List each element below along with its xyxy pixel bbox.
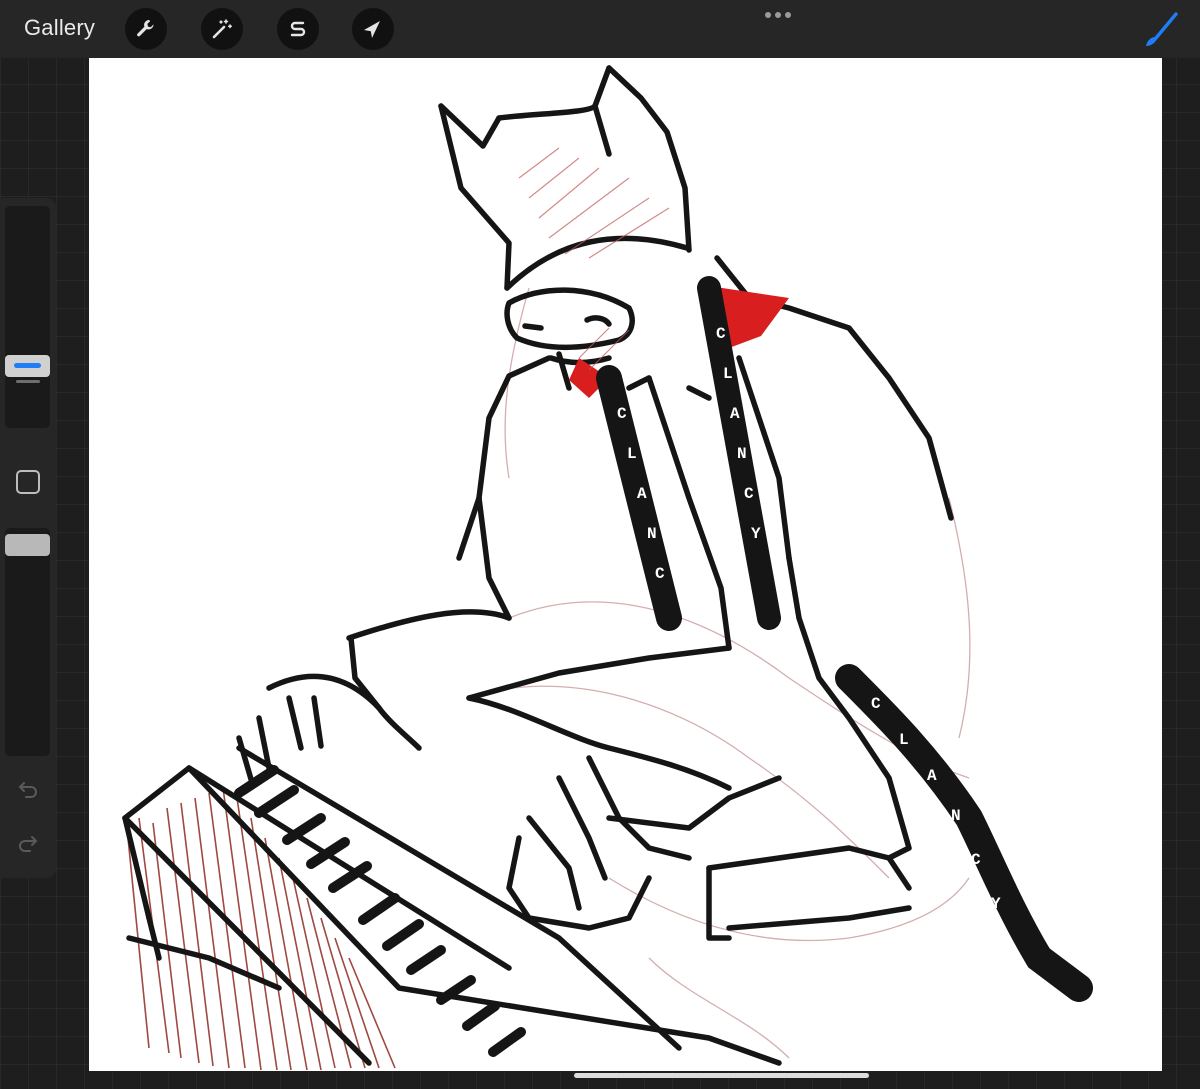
left-sidebar — [0, 198, 56, 878]
svg-text:A: A — [927, 767, 937, 785]
gallery-button[interactable]: Gallery — [24, 15, 95, 41]
undo-arrow-icon[interactable] — [16, 778, 40, 802]
brush-size-thumb[interactable] — [5, 355, 50, 377]
opacity-thumb[interactable] — [5, 534, 50, 556]
svg-text:C: C — [655, 565, 665, 583]
magic-wand-icon — [212, 19, 233, 39]
actions-button[interactable] — [125, 8, 167, 50]
adjustments-button[interactable] — [201, 8, 243, 50]
transform-button[interactable] — [352, 8, 394, 50]
selection-button[interactable] — [277, 8, 319, 50]
redo-arrow-icon[interactable] — [16, 832, 40, 856]
svg-text:A: A — [730, 405, 740, 423]
home-indicator — [574, 1073, 869, 1078]
svg-text:C: C — [971, 851, 981, 869]
sketch-artwork: C L A N C C L A N C Y C L A N C Y — [122, 65, 1093, 1071]
wrench-icon — [137, 20, 154, 37]
svg-text:L: L — [899, 731, 909, 749]
drawing-canvas[interactable]: C L A N C C L A N C Y C L A N C Y — [89, 58, 1162, 1071]
modify-square-icon[interactable] — [16, 470, 40, 494]
svg-text:N: N — [951, 807, 961, 825]
svg-text:C: C — [617, 405, 627, 423]
svg-text:L: L — [723, 365, 733, 383]
top-toolbar: Gallery — [0, 0, 1200, 58]
svg-text:Y: Y — [751, 525, 761, 543]
selection-s-icon — [290, 21, 306, 37]
svg-text:N: N — [737, 445, 747, 463]
svg-text:C: C — [871, 695, 881, 713]
svg-text:A: A — [637, 485, 647, 503]
belt-straps — [596, 276, 1093, 1002]
arrow-cursor-icon — [364, 21, 380, 38]
more-dots-icon[interactable] — [765, 12, 791, 18]
svg-text:C: C — [716, 325, 726, 343]
svg-text:Y: Y — [991, 895, 1001, 913]
brush-size-thumb-shadow — [16, 380, 40, 383]
svg-text:N: N — [647, 525, 657, 543]
svg-text:L: L — [627, 445, 637, 463]
opacity-slider[interactable] — [5, 528, 50, 756]
keyboard-side-hatching — [126, 787, 396, 1071]
svg-text:C: C — [744, 485, 754, 503]
brush-size-slider[interactable] — [5, 206, 50, 428]
brush-icon[interactable] — [1140, 10, 1184, 50]
ink-lines — [122, 65, 954, 1066]
